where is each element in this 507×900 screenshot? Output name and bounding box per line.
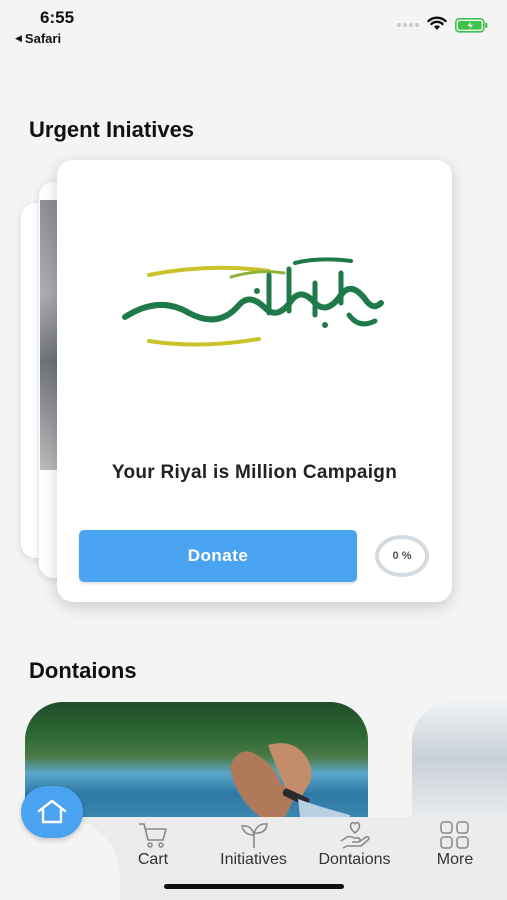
back-to-safari[interactable]: ◀ Safari — [15, 31, 61, 46]
praying-hands-image — [230, 743, 350, 817]
donations-title: Dontaions — [29, 658, 137, 683]
cart-icon — [139, 823, 167, 848]
progress-indicator: 0 % — [375, 535, 429, 577]
nav-more[interactable]: More — [430, 821, 480, 869]
battery-icon — [455, 18, 488, 33]
home-button[interactable] — [21, 786, 83, 838]
nav-initiatives-label: Initiatives — [220, 851, 287, 868]
grid-icon — [440, 821, 469, 849]
back-app-label: Safari — [24, 31, 62, 46]
home-icon — [37, 799, 67, 824]
home-indicator — [164, 884, 344, 889]
urgent-initiatives-title: Urgent Iniatives — [29, 117, 195, 142]
sprout-icon — [240, 823, 268, 848]
riyalkum-million-logo — [122, 257, 384, 347]
nav-initiatives[interactable]: Initiatives — [206, 821, 301, 869]
nav-more-label: More — [436, 851, 474, 868]
nav-cart-label: Cart — [137, 851, 169, 868]
initiative-title: Your Riyal is Million Campaign — [111, 462, 398, 483]
back-triangle-icon: ◀ — [15, 33, 22, 43]
hand-heart-icon — [340, 821, 370, 849]
donation-card[interactable] — [412, 702, 507, 817]
status-time: 6:55 — [40, 8, 75, 27]
progress-percent: 0 % — [392, 550, 412, 562]
nav-donations[interactable]: Dontaions — [307, 821, 402, 869]
donate-button[interactable]: Donate — [79, 530, 357, 582]
nav-donations-label: Dontaions — [318, 851, 391, 868]
status-bar: 6:55 ◀ Safari — [0, 0, 507, 50]
initiative-card[interactable]: Your Riyal is Million Campaign Donate 0 … — [57, 160, 452, 602]
nav-cart[interactable]: Cart — [133, 821, 173, 869]
signal-icon — [397, 23, 419, 27]
wifi-icon — [427, 16, 447, 30]
